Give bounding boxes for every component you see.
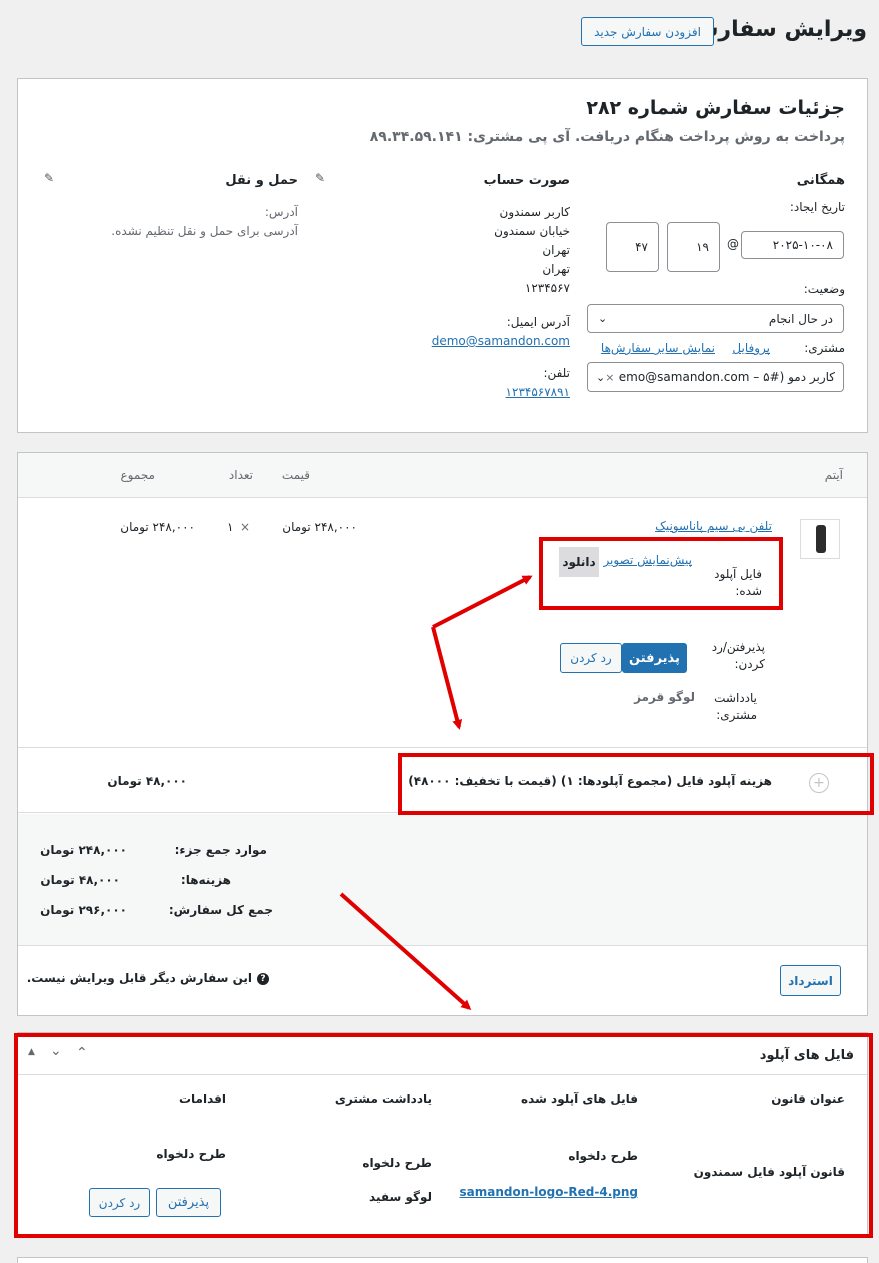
phone-link[interactable]: ۱۲۳۴۵۶۷۸۹۱ — [506, 385, 570, 399]
phone-icon — [816, 525, 826, 553]
accept-reject-label: پذیرفتن/رد کردن: — [711, 640, 765, 671]
qty-multiply: × — [240, 520, 251, 534]
shipping-address-label: آدرس: — [264, 205, 298, 219]
totals-area — [18, 814, 867, 946]
subtotal-value: ۲۴۸,۰۰۰ تومان — [40, 843, 127, 857]
general-title: همگانی — [796, 173, 845, 188]
at-sign: @ — [727, 237, 739, 251]
billing-title: صورت حساب — [483, 173, 570, 188]
items-header-qty: تعداد — [228, 468, 253, 482]
shipping-address-value: آدرسی برای حمل و نقل تنظیم نشده. — [111, 224, 298, 238]
chevron-down-icon: ⌄ — [596, 370, 606, 384]
date-value: ۲۰۲۵-۱۰-۰۸ — [772, 238, 833, 252]
billing-address-line: تهران — [542, 243, 570, 257]
order-subheading: پرداخت به روش پرداخت هنگام دریافت. آی پی… — [369, 129, 845, 145]
items-header-item: آیتم — [824, 468, 843, 482]
next-panel — [17, 1257, 868, 1263]
fees-label: هزینه‌ها: — [180, 873, 231, 887]
status-label: وضعیت: — [803, 282, 845, 296]
annotation-box-uploads-panel — [14, 1033, 873, 1238]
customer-value: کاربر دمو (#۵ – demo@samandon.com… — [618, 370, 835, 384]
date-label: تاریخ ایجاد: — [789, 200, 845, 214]
email-link[interactable]: demo@samandon.com — [432, 334, 570, 348]
date-input[interactable]: ۲۰۲۵-۱۰-۰۸ — [741, 231, 844, 259]
profile-link[interactable]: پروفایل — [732, 341, 770, 355]
clear-icon[interactable]: × — [605, 371, 614, 384]
status-value: در حال انجام — [768, 311, 833, 326]
edit-billing-icon[interactable]: ✎ — [315, 171, 325, 185]
product-price: ۲۴۸,۰۰۰ تومان — [282, 520, 357, 534]
hour-value: ۱۹ — [696, 240, 709, 254]
refund-button[interactable]: استرداد — [780, 965, 841, 996]
billing-address-line: ۱۲۳۴۵۶۷ — [524, 281, 570, 295]
email-label: آدرس ایمیل: — [506, 315, 570, 329]
add-new-order-button[interactable]: افزودن سفارش جدید — [581, 17, 714, 46]
product-name-link[interactable]: تلفن بی سیم پاناسونیک — [655, 519, 772, 533]
minute-input[interactable]: ۴۷ — [606, 222, 659, 272]
edit-shipping-icon[interactable]: ✎ — [44, 171, 54, 185]
minute-value: ۴۷ — [635, 240, 648, 254]
status-select[interactable]: در حال انجام ⌄ — [587, 304, 844, 333]
phone-label: تلفن: — [543, 366, 570, 380]
items-header-price: قیمت — [281, 468, 310, 482]
reject-button[interactable]: رد کردن — [560, 643, 622, 673]
customer-note-label: یادداشت مشتری: — [714, 691, 757, 722]
product-total: ۲۴۸,۰۰۰ تومان — [120, 520, 195, 534]
order-total-value: ۲۹۶,۰۰۰ تومان — [40, 903, 127, 917]
product-qty: ۱ — [227, 520, 234, 534]
billing-address-line: کاربر سمندون — [499, 205, 570, 219]
order-total-label: جمع کل سفارش: — [168, 903, 273, 917]
accept-button[interactable]: پذیرفتن — [622, 643, 687, 673]
other-orders-link[interactable]: نمایش سایر سفارش‌ها — [601, 341, 715, 355]
customer-label: مشتری: — [804, 341, 845, 355]
product-thumbnail[interactable] — [800, 519, 840, 559]
annotation-box-fee — [398, 753, 874, 815]
order-details-panel: جزئیات سفارش شماره ۲۸۲ پرداخت به روش پرد… — [17, 78, 868, 433]
shipping-title: حمل و نقل — [225, 173, 298, 188]
chevron-down-icon: ⌄ — [598, 312, 608, 325]
customer-note-value: لوگو قرمز — [634, 690, 695, 704]
fees-value: ۴۸,۰۰۰ تومان — [40, 873, 120, 887]
fee-total: ۴۸,۰۰۰ تومان — [107, 774, 187, 788]
items-header: آیتم قیمت تعداد مجموع — [18, 453, 867, 498]
billing-address-line: خیابان سمندون — [494, 224, 570, 238]
page-title: ویرایش سفارش — [688, 17, 867, 42]
billing-address-line: تهران — [542, 262, 570, 276]
annotation-box-upload — [539, 537, 783, 610]
hour-input[interactable]: ۱۹ — [667, 222, 720, 272]
subtotal-label: موارد جمع جزء: — [174, 843, 267, 857]
help-icon: ? — [257, 973, 269, 985]
not-editable-notice: این سفارش دیگر قابل ویرایش نیست. — [26, 971, 252, 985]
customer-select[interactable]: کاربر دمو (#۵ – demo@samandon.com… × ⌄ — [587, 362, 844, 392]
order-heading: جزئیات سفارش شماره ۲۸۲ — [586, 97, 845, 119]
items-header-total: مجموع — [120, 468, 155, 482]
